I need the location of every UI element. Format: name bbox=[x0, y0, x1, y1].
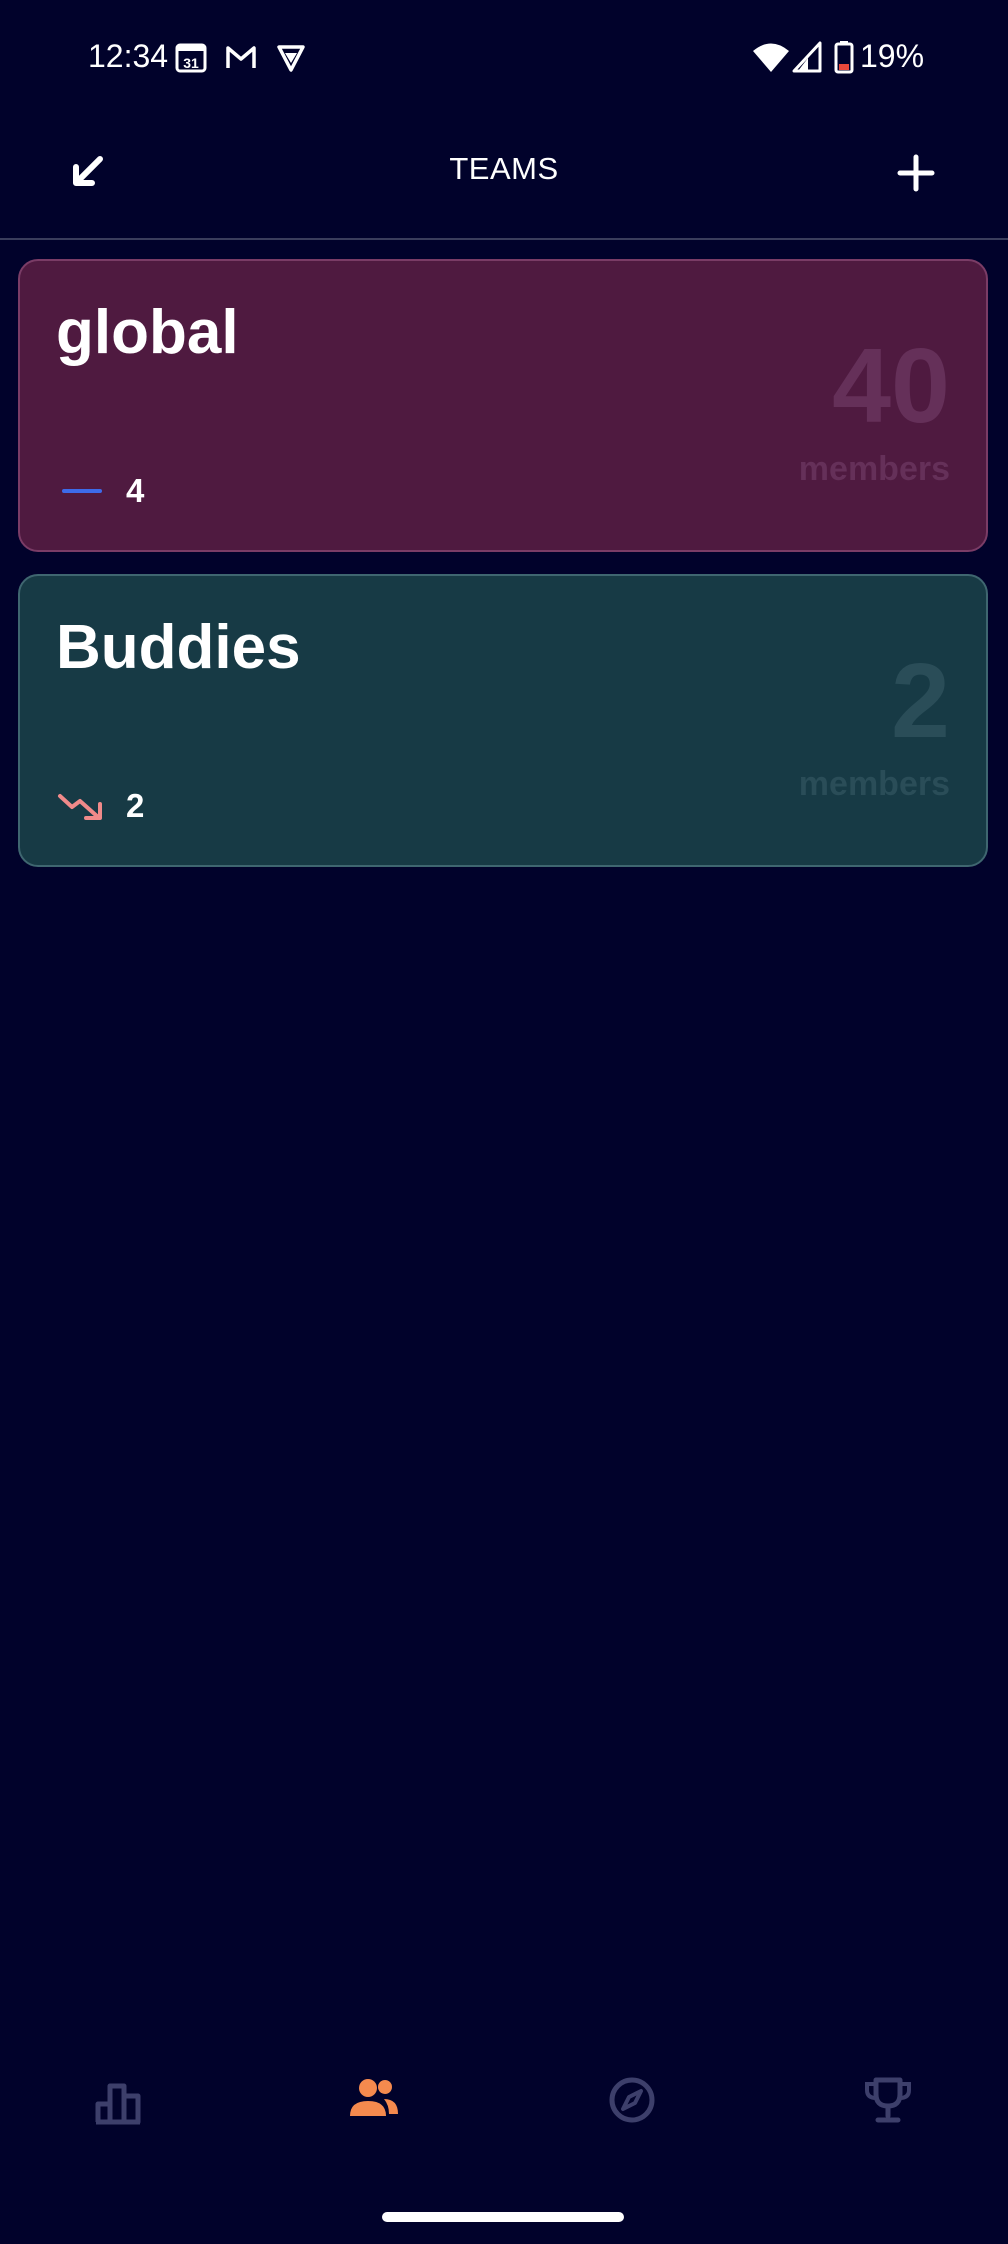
wifi-icon bbox=[753, 43, 789, 72]
team-members-label: members bbox=[798, 765, 950, 803]
bottom-navigation bbox=[0, 2050, 1008, 2150]
calendar-icon: 31 bbox=[175, 43, 207, 73]
team-name: global bbox=[56, 298, 239, 367]
team-members-label: members bbox=[798, 450, 950, 488]
add-team-icon[interactable] bbox=[888, 145, 944, 201]
vpn-shield-icon bbox=[277, 45, 305, 72]
teams-icon[interactable] bbox=[344, 2070, 404, 2130]
teams-screen: 12:34 31 19% TEAMS global 40 members 4 B… bbox=[0, 0, 1008, 2244]
trophy-icon[interactable] bbox=[858, 2070, 918, 2130]
trend-value: 4 bbox=[126, 472, 145, 509]
status-bar: 12:34 31 19% bbox=[0, 0, 1008, 115]
status-time: 12:34 bbox=[88, 38, 169, 74]
app-bar: TEAMS bbox=[0, 115, 1008, 240]
team-card-global[interactable]: global 40 members 4 bbox=[18, 259, 988, 552]
trend-flat-icon bbox=[62, 489, 102, 493]
explore-icon[interactable] bbox=[602, 2070, 662, 2130]
team-member-count: 2 bbox=[891, 642, 950, 760]
trend-value: 2 bbox=[126, 787, 145, 824]
home-indicator[interactable] bbox=[382, 2212, 624, 2222]
cell-signal-icon bbox=[792, 41, 822, 73]
gmail-icon bbox=[226, 46, 256, 68]
battery-percent: 19% bbox=[860, 38, 925, 74]
leaderboard-icon[interactable] bbox=[90, 2070, 150, 2130]
calendar-badge-text: 31 bbox=[183, 55, 199, 71]
battery-icon bbox=[834, 41, 854, 74]
page-title: TEAMS bbox=[449, 151, 559, 186]
team-name: Buddies bbox=[56, 613, 301, 682]
team-member-count: 40 bbox=[832, 327, 950, 445]
team-card-buddies[interactable]: Buddies 2 members 2 bbox=[18, 574, 988, 867]
trend-down-icon bbox=[58, 794, 102, 820]
